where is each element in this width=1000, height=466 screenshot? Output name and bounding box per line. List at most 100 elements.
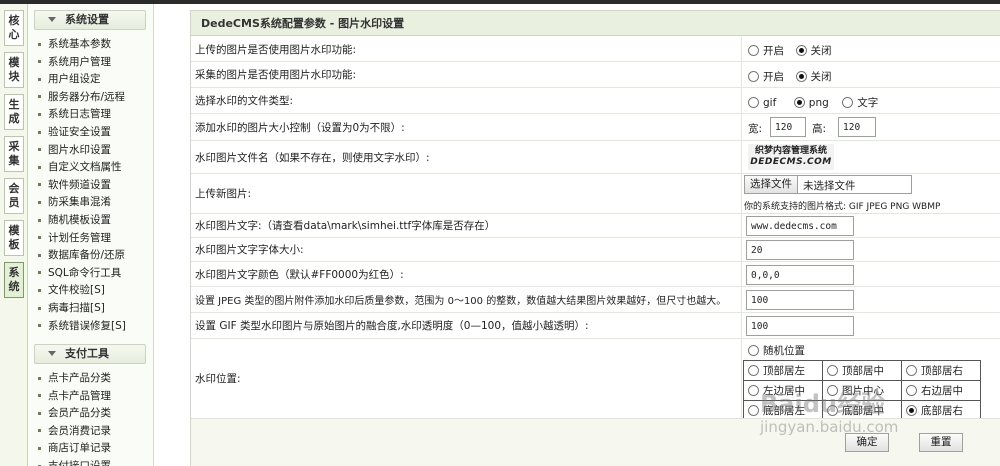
radio-label: 随机位置	[763, 345, 805, 357]
radio-position[interactable]	[748, 365, 759, 376]
sidebar-item[interactable]: 会员产品分类	[38, 405, 111, 422]
radio-collect-wm-off[interactable]	[795, 71, 807, 82]
radio-label: 顶部居左	[763, 365, 805, 377]
sidebar-item-label: 软件频道设置	[48, 178, 111, 191]
radio-collect-wm-on[interactable]	[748, 71, 759, 82]
radio-position[interactable]	[906, 385, 917, 396]
position-cell[interactable]: 图片中心	[822, 380, 902, 401]
position-cell[interactable]: 顶部居右	[901, 360, 981, 381]
sidebar-section-system-settings[interactable]: 系统设置	[34, 10, 146, 30]
tab-system[interactable]: 系统	[4, 262, 24, 298]
sidebar-section-payment-tools[interactable]: 支付工具	[34, 344, 146, 364]
radio-position[interactable]	[906, 405, 917, 416]
sidebar-item[interactable]: 防采集串混淆	[38, 194, 111, 211]
row-value: 织梦内容管理系统 DEDECMS.COM	[741, 141, 1000, 173]
radio-position[interactable]	[827, 365, 838, 376]
radio-position[interactable]	[827, 405, 838, 416]
bullet-icon	[38, 236, 41, 240]
row-label: 采集的图片是否使用图片水印功能:	[195, 69, 357, 81]
position-cell[interactable]: 右边居中	[901, 380, 981, 401]
tab-generate[interactable]: 生成	[4, 94, 24, 130]
radio-random-position[interactable]	[748, 345, 759, 356]
sidebar-item[interactable]: 自定义文档属性	[38, 159, 122, 176]
row-value: 开启 关闭	[741, 62, 1000, 87]
sidebar-item[interactable]: 系统基本参数	[38, 36, 111, 53]
file-input[interactable]: 选择文件 未选择文件	[744, 175, 912, 194]
radio-upload-wm-on[interactable]	[748, 45, 759, 56]
sidebar-item[interactable]: 商店订单记录	[38, 440, 111, 457]
choose-file-button[interactable]: 选择文件	[744, 175, 798, 194]
radio-label: 右边居中	[921, 385, 963, 397]
text-color-input[interactable]	[746, 265, 854, 285]
bullet-icon	[38, 112, 41, 116]
sidebar-item[interactable]: 会员消费记录	[38, 423, 111, 440]
sidebar-item[interactable]: 病毒扫描[S]	[38, 300, 105, 317]
radio-position[interactable]	[906, 365, 917, 376]
sidebar-item[interactable]: 系统用户管理	[38, 54, 111, 71]
sidebar-item[interactable]: 系统日志管理	[38, 106, 111, 123]
row-value: gif png 文字	[741, 88, 1000, 113]
sidebar-item[interactable]: 支付接口设置	[38, 458, 111, 466]
bullet-icon	[38, 148, 41, 152]
sidebar-item-label: 随机模板设置	[48, 214, 111, 226]
sidebar-item[interactable]: 数据库备份/还原	[38, 247, 125, 264]
radio-type-text[interactable]	[842, 97, 854, 108]
radio-label: 开启	[763, 71, 784, 83]
row-value	[741, 262, 1000, 286]
position-cell[interactable]: 左边居中	[743, 380, 823, 401]
row-text-color: 水印图片文字颜色（默认#FF0000为红色）:	[191, 262, 1000, 287]
row-label: 水印位置:	[195, 373, 241, 385]
watermark-text-input[interactable]	[746, 216, 854, 236]
radio-position[interactable]	[827, 385, 838, 396]
sidebar-item[interactable]: 服务器分布/远程	[38, 89, 125, 106]
row-value: 宽: 高:	[741, 114, 1000, 140]
row-label: 上传的图片是否使用图片水印功能:	[195, 43, 357, 56]
position-cell[interactable]: 顶部居左	[743, 360, 823, 381]
sidebar-item-label: 图片水印设置	[48, 143, 111, 156]
tab-member[interactable]: 会员	[4, 178, 24, 214]
position-cell[interactable]: 顶部居中	[822, 360, 902, 381]
jpeg-quality-input[interactable]	[746, 290, 854, 310]
panel-title: DedeCMS系统配置参数 - 图片水印设置	[191, 11, 1000, 36]
tab-core[interactable]: 核心	[4, 10, 24, 46]
sidebar-item-label: 文件校验[S]	[48, 284, 105, 297]
bullet-icon	[38, 429, 41, 433]
watermark-logo: 织梦内容管理系统 DEDECMS.COM	[748, 144, 834, 170]
tab-module[interactable]: 模块	[4, 52, 24, 88]
sidebar-item[interactable]: 文件校验[S]	[38, 282, 105, 299]
sidebar-item[interactable]: 图片水印设置	[38, 142, 111, 159]
bullet-icon	[38, 271, 41, 275]
confirm-button[interactable]: 确定	[845, 433, 889, 452]
font-size-input[interactable]	[746, 240, 854, 260]
sidebar-item[interactable]: 软件频道设置	[38, 177, 111, 194]
gif-opacity-input[interactable]	[746, 316, 854, 336]
sidebar-item[interactable]: 用户组设定	[38, 71, 101, 88]
sidebar-item[interactable]: 点卡产品分类	[38, 370, 111, 387]
row-value	[741, 214, 1000, 237]
bullet-icon	[38, 394, 41, 398]
row-watermark-image: 水印图片文件名（如果不存在，则使用文字水印）: 织梦内容管理系统 DEDECMS…	[191, 141, 1000, 174]
sidebar-item[interactable]: 系统错误修复[S]	[38, 318, 126, 335]
reset-button[interactable]: 重置	[919, 433, 963, 452]
row-value	[741, 313, 1000, 338]
row-label: 设置 JPEG 类型的图片附件添加水印后质量参数，范围为 0～100 的整数，数…	[195, 296, 727, 307]
sidebar-item[interactable]: 验证安全设置	[38, 124, 111, 141]
app-window: 核心 模块 生成 采集 会员 模板 系统 系统设置 系统基本参数 系统用户管理 用户…	[0, 0, 1000, 466]
radio-type-gif[interactable]	[748, 97, 759, 108]
radio-type-png[interactable]	[793, 97, 805, 108]
row-font-size: 水印图片文字字体大小:	[191, 238, 1000, 262]
width-input[interactable]	[770, 117, 806, 137]
tab-collect[interactable]: 采集	[4, 136, 24, 172]
tab-template[interactable]: 模板	[4, 220, 24, 256]
row-value: 随机位置 顶部居左 顶部居中 顶部居右 左边居中 图片中心 右边居中 底部居左 底部居中 底部居…	[741, 339, 1000, 421]
height-input[interactable]	[838, 117, 876, 137]
radio-upload-wm-off[interactable]	[795, 45, 807, 56]
sidebar-item[interactable]: SQL命令行工具	[38, 265, 121, 282]
sidebar-item[interactable]: 点卡产品管理	[38, 388, 111, 405]
radio-position[interactable]	[748, 405, 759, 416]
sidebar-item[interactable]: 计划任务管理	[38, 230, 111, 247]
radio-position[interactable]	[748, 385, 759, 396]
sidebar-item[interactable]: 随机模板设置	[38, 212, 111, 229]
row-file-type: 选择水印的文件类型: gif png 文字	[191, 88, 1000, 114]
row-watermark-position: 水印位置: 随机位置 顶部居左 顶部居中 顶部居右 左边居中 图片中心 右边居中 底部居左 底…	[191, 339, 1000, 421]
